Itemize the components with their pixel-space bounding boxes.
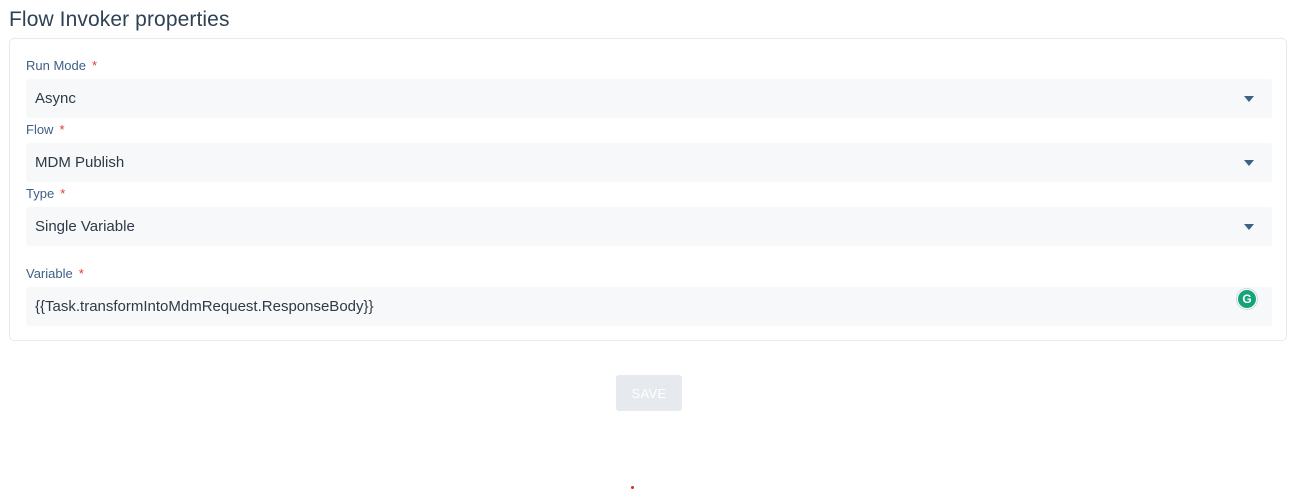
flow-label-text: Flow (26, 122, 54, 137)
properties-card: Run Mode * Async Flow * MDM Publish Type * … (9, 38, 1287, 341)
page-title: Flow Invoker properties (9, 8, 230, 31)
page: Flow Invoker properties Run Mode * Async … (0, 0, 1289, 491)
variable-value: {{Task.transformIntoMdmRequest.ResponseB… (35, 298, 374, 315)
type-value: Single Variable (35, 218, 135, 235)
required-marker: * (60, 186, 66, 201)
variable-label-text: Variable (26, 266, 73, 281)
run-mode-select[interactable]: Async (26, 79, 1272, 118)
required-marker: * (91, 58, 98, 73)
run-mode-label: Run Mode * (26, 58, 97, 73)
save-button[interactable]: SAVE (616, 375, 682, 411)
red-dot-indicator (631, 486, 634, 489)
flow-label: Flow * (26, 122, 65, 137)
run-mode-value: Async (35, 90, 76, 107)
chevron-down-icon (1244, 224, 1254, 230)
type-select[interactable]: Single Variable (26, 207, 1272, 246)
required-marker: * (59, 122, 65, 137)
flow-select[interactable]: MDM Publish (26, 143, 1272, 182)
chevron-down-icon (1244, 160, 1254, 166)
flow-value: MDM Publish (35, 154, 125, 171)
run-mode-label-text: Run Mode (26, 58, 86, 73)
required-marker: * (78, 266, 84, 281)
chevron-down-icon (1244, 96, 1254, 102)
type-label-text: Type (26, 186, 55, 201)
type-label: Type * (26, 186, 65, 201)
variable-input[interactable]: {{Task.transformIntoMdmRequest.ResponseB… (26, 287, 1272, 326)
grammarly-icon[interactable]: G (1238, 290, 1256, 308)
variable-label: Variable * (26, 266, 84, 281)
